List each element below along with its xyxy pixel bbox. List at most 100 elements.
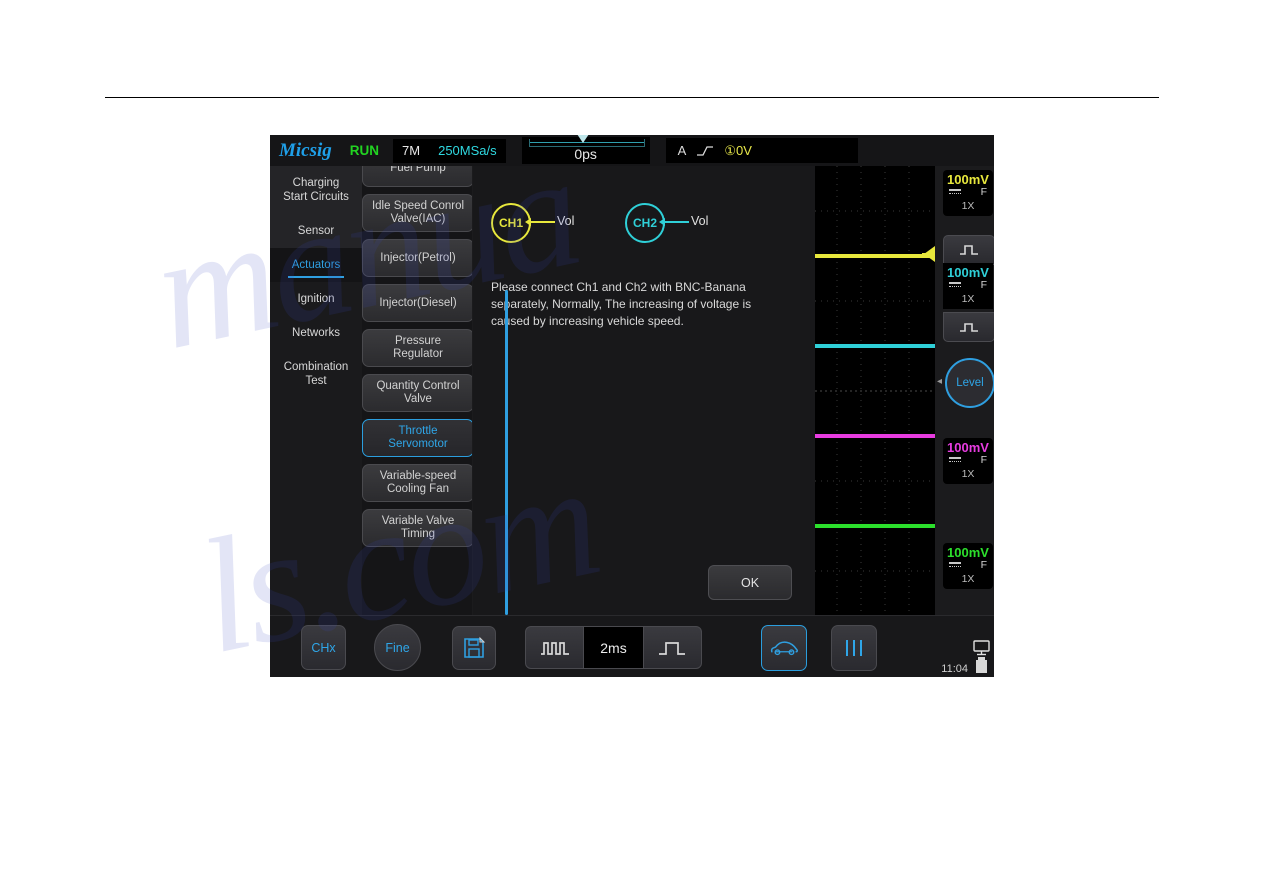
timebase-increase-button[interactable] [644,627,701,668]
sidebar-item-ignition[interactable]: Ignition [270,282,362,316]
list-item-label: Variable Valve Timing [381,515,455,540]
oscilloscope-screen: Micsig RUN 7M 250MSa/s 0ps A ①0V Chargin… [270,135,994,677]
timebase-value-display[interactable]: 2ms [584,627,643,668]
lead-line-ch2 [661,221,689,223]
list-item-label: Fuel Pump [390,166,446,174]
list-item-fuel-pump[interactable]: Fuel Pump [362,166,472,187]
trigger-level-label: Level [956,377,984,389]
probe-ratio-value: 1X [961,468,975,480]
status-bar: Micsig RUN 7M 250MSa/s 0ps A ①0V [270,135,994,166]
timebase-decrease-button[interactable] [526,627,583,668]
slow-pulse-icon [659,641,686,655]
status-clock: 11:04 [941,663,968,675]
waveform-trace-ch2 [815,344,935,348]
fine-button[interactable]: Fine [374,624,421,671]
car-icon [770,641,799,656]
menu-button[interactable] [831,625,877,671]
channel-box-ch2[interactable]: 100mV F 1X [943,263,993,309]
list-item-variable-speed-cooling-fan[interactable]: Variable-speed Cooling Fan [362,464,472,502]
waveform-display[interactable] [815,166,935,615]
system-status-icons [973,640,990,673]
sidebar-item-sensor[interactable]: Sensor [270,214,362,248]
square-wave-up-icon [960,245,978,255]
memory-depth-value: 7M [402,143,421,158]
sidebar-item-combination-test[interactable]: Combination Test [270,350,362,398]
dc-coupling-icon [949,457,961,464]
sidebar-item-label: Actuators [291,259,341,271]
timebase-control[interactable]: 2ms [525,626,702,669]
horizontal-position-value: 0ps [574,146,597,162]
square-wave-down-icon [960,323,978,332]
volts-per-div-value: 100mV [947,545,989,560]
probe-ratio-value: 1X [961,200,975,212]
ok-button-label: OK [740,575,760,590]
ch2-decrease-button[interactable] [943,312,994,342]
save-button[interactable] [452,626,496,670]
dc-coupling-icon [949,189,961,196]
trigger-source-letter: A [677,143,687,158]
list-item-injector-petrol[interactable]: Injector(Petrol) [362,239,472,277]
sidebar-item-charging-start-circuits[interactable]: Charging Start Circuits [270,166,362,214]
waveform-trace-ch1 [815,254,935,258]
sidebar-item-actuators[interactable]: Actuators [270,248,362,282]
channel-node-label: CH2 [632,216,657,230]
volts-per-div-value: 100mV [947,265,989,280]
waveform-trace-ch4 [815,524,935,528]
channel-box-ch4[interactable]: 100mV F 1X [943,543,993,589]
horizontal-position-control[interactable]: 0ps [521,135,650,164]
rising-edge-icon [697,145,714,156]
list-item-pressure-regulator[interactable]: Pressure Regulator [362,329,472,367]
sidebar-item-label: Combination Test [283,361,349,387]
list-scrollbar[interactable] [505,290,508,615]
list-item-label: Quantity Control Valve [376,380,460,405]
run-state-badge[interactable]: RUN [350,143,379,158]
list-item-injector-diesel[interactable]: Injector(Diesel) [362,284,472,322]
sidebar-item-label: Sensor [297,225,335,237]
dc-coupling-icon [949,562,961,569]
filter-indicator: F [980,279,987,291]
list-item-throttle-servomotor[interactable]: Throttle Servomotor [362,419,472,457]
battery-icon [976,657,987,673]
trigger-level-value: ①0V [724,142,752,158]
filter-indicator: F [980,559,987,571]
save-file-icon [464,636,486,658]
chx-button-label: CHx [311,640,336,655]
fast-pulse-icon [540,641,569,655]
list-item-quantity-control-valve[interactable]: Quantity Control Valve [362,374,472,412]
ch2-increase-button[interactable] [943,235,994,265]
probe-ratio-value: 1X [961,293,975,305]
bottom-toolbar: CHx Fine 2ms 11:04 [270,615,994,677]
probe-ratio-value: 1X [961,573,975,585]
level-chevron-icon: ◂ [937,376,943,387]
trigger-level-knob[interactable]: Level [945,358,994,408]
trigger-info[interactable]: A ①0V [665,138,858,163]
sidebar-item-label: Networks [292,327,340,339]
page-horizontal-rule [105,97,1159,98]
list-item-label: Pressure Regulator [393,335,443,360]
sidebar-item-label: Charging Start Circuits [283,177,349,203]
list-item-label: Injector(Petrol) [380,251,456,264]
trigger-level-marker-line [922,253,935,255]
waveform-grid [815,166,935,615]
component-list[interactable]: Fuel Pump Idle Speed Conrol Valve(IAC) In… [362,166,472,615]
list-item-variable-valve-timing[interactable]: Variable Valve Timing [362,509,472,547]
sidebar-item-label: Ignition [297,293,335,305]
timebase-value: 2ms [600,639,627,656]
ok-button[interactable]: OK [708,565,792,600]
list-item-idle-speed-control-valve[interactable]: Idle Speed Conrol Valve(IAC) [362,194,472,232]
filter-indicator: F [980,454,987,466]
volts-per-div-value: 100mV [947,172,989,187]
volts-per-div-value: 100mV [947,440,989,455]
position-marker-icon[interactable] [576,135,589,143]
chx-button[interactable]: CHx [301,625,346,670]
sidebar-item-networks[interactable]: Networks [270,316,362,350]
acquisition-info[interactable]: 7M 250MSa/s [393,138,506,163]
document-page: manua ls.com Micsig RUN 7M 250MSa/s 0ps … [0,0,1263,893]
channel-box-ch1[interactable]: 100mV F 1X [943,170,993,216]
waveform-trace-ch3 [815,434,935,438]
vehicle-mode-button[interactable] [761,625,807,671]
channel-box-ch3[interactable]: 100mV F 1X [943,438,993,484]
connection-guide-panel: CH1 Vol CH2 Vol Please connect Ch1 and C… [473,166,815,615]
vertical-bars-icon [846,640,862,656]
instruction-text: Please connect Ch1 and Ch2 with BNC-Bana… [491,280,752,328]
